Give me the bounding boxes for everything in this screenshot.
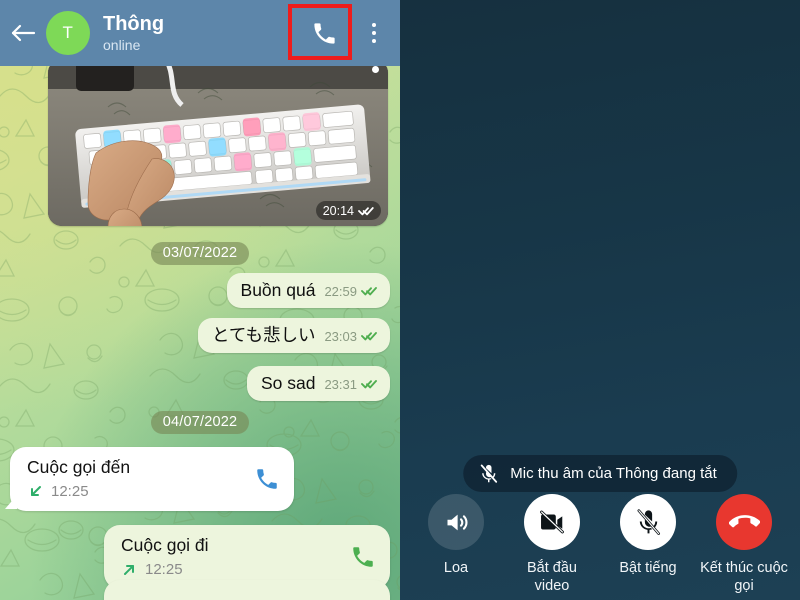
- back-arrow-icon: [11, 24, 36, 42]
- double-check-icon: [358, 207, 374, 216]
- speaker-button-label: Loa: [443, 560, 469, 576]
- arrow-up-right-icon: [124, 565, 134, 575]
- photo-indicator-dot: [372, 66, 379, 73]
- date-separator: 04/07/2022: [0, 411, 400, 434]
- overflow-menu-icon: [371, 22, 377, 44]
- phone-icon: [313, 22, 335, 44]
- call-log-time: 12:25: [51, 483, 89, 500]
- back-button[interactable]: [0, 22, 46, 44]
- double-check-icon: [361, 287, 377, 296]
- peer-status: online: [103, 36, 141, 53]
- call-pane: Mic thu âm của Thông đang tắt Loa Bắt đầ…: [400, 0, 800, 600]
- speaker-button[interactable]: Loa: [412, 494, 500, 578]
- overflow-menu-button[interactable]: [354, 7, 394, 59]
- end-call-button[interactable]: Kết thúc cuộc gọi: [700, 494, 788, 595]
- video-off-icon: [540, 510, 564, 534]
- bubble-tail: [5, 495, 17, 509]
- end-call-icon: [728, 514, 760, 527]
- mic-off-banner: Mic thu âm của Thông đang tắt: [463, 455, 737, 492]
- peer-info[interactable]: Thông online: [103, 13, 164, 54]
- message-bubble[interactable]: Buồn quá 22:59: [226, 273, 390, 309]
- double-check-icon: [361, 380, 377, 389]
- date-separator: 03/07/2022: [0, 242, 400, 265]
- call-log-incoming[interactable]: Cuộc gọi đến 12:25: [5, 447, 294, 511]
- mic-banner-text: Mic thu âm của Thông đang tắt: [510, 465, 717, 482]
- message-text: Buồn quá: [240, 280, 316, 300]
- header-call-button[interactable]: [298, 7, 350, 59]
- call-log-title: Cuộc gọi đến: [27, 457, 131, 477]
- unmute-button-circle: [620, 494, 676, 550]
- message-time: 23:03: [324, 329, 357, 344]
- message-text: So sad: [260, 373, 316, 393]
- photo-message[interactable]: 20:14: [48, 59, 388, 226]
- avatar-initial: T: [62, 23, 74, 42]
- page-title: Thông: [103, 12, 165, 35]
- double-check-icon: [361, 332, 377, 341]
- date-label: 03/07/2022: [150, 242, 250, 265]
- call-log-title: Cuộc gọi đi: [121, 535, 209, 555]
- message-time: 22:59: [324, 284, 357, 299]
- message-time: 23:31: [324, 377, 357, 392]
- photo-timestamp: 20:14: [315, 201, 381, 220]
- end-call-button-circle: [716, 494, 772, 550]
- chat-header: T Thông online: [0, 0, 400, 66]
- message-bubble[interactable]: So sad 23:31: [246, 366, 390, 402]
- phone-icon[interactable]: [254, 466, 280, 492]
- mic-off-icon: [637, 508, 660, 535]
- next-message-bubble-partial[interactable]: [104, 580, 390, 600]
- avatar[interactable]: T: [46, 11, 90, 55]
- message-text: とても悲しい: [211, 325, 316, 345]
- date-label: 04/07/2022: [150, 411, 250, 434]
- start-video-button[interactable]: Bắt đầu video: [508, 494, 596, 595]
- speaker-icon: [447, 514, 468, 530]
- arrow-down-left-icon: [31, 486, 41, 496]
- mic-off-icon: [480, 464, 498, 483]
- start-video-button-circle: [524, 494, 580, 550]
- chat-pane: 20:14 03/07/2022 Buồn quá 22:59 とても悲しい 2…: [0, 0, 400, 600]
- phone-icon[interactable]: [350, 544, 376, 570]
- speaker-button-circle: [428, 494, 484, 550]
- call-controls-bar: Loa Bắt đầu video Bật tiếng Kết thúc cuộ…: [400, 494, 800, 594]
- end-call-button-label: Kết thúc cuộc gọi: [700, 560, 788, 594]
- screenshot-root: 20:14 03/07/2022 Buồn quá 22:59 とても悲しい 2…: [0, 0, 800, 600]
- start-video-button-label: Bắt đầu video: [527, 560, 577, 594]
- message-list[interactable]: 20:14 03/07/2022 Buồn quá 22:59 とても悲しい 2…: [0, 59, 400, 600]
- call-log-time: 12:25: [145, 561, 183, 578]
- unmute-button-label: Bật tiếng: [619, 560, 677, 576]
- photo-time-label: 20:14: [322, 203, 354, 218]
- message-bubble[interactable]: とても悲しい 23:03: [197, 318, 390, 354]
- unmute-button[interactable]: Bật tiếng: [604, 494, 692, 578]
